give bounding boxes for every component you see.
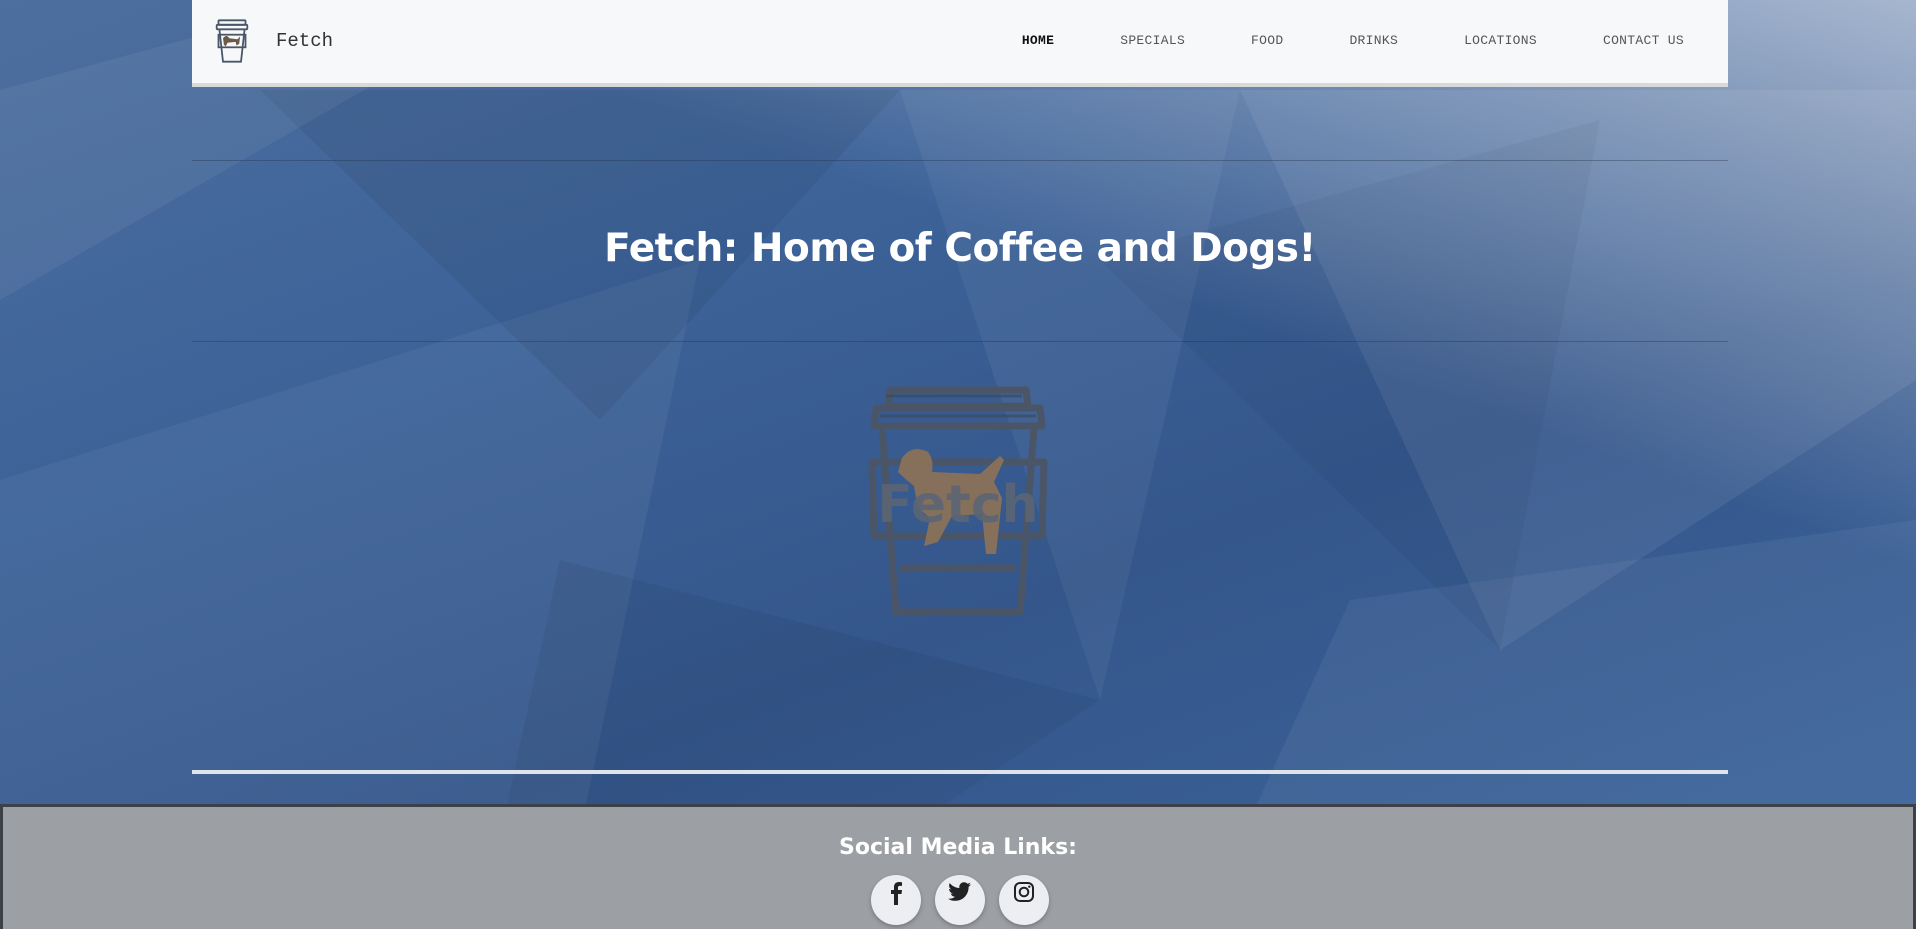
- top-navbar: Fetch HOME SPECIALS FOOD DRINKS LOCATION…: [192, 0, 1728, 87]
- instagram-icon: [1014, 882, 1034, 902]
- nav-drinks[interactable]: DRINKS: [1349, 33, 1398, 48]
- facebook-icon: [891, 882, 902, 905]
- nav-contact-us[interactable]: CONTACT US: [1603, 33, 1684, 48]
- brand[interactable]: Fetch: [214, 18, 333, 64]
- twitter-icon: [948, 882, 971, 901]
- nav-specials[interactable]: SPECIALS: [1120, 33, 1185, 48]
- divider-bottom: [192, 341, 1728, 342]
- twitter-link[interactable]: [935, 875, 985, 925]
- nav-locations[interactable]: LOCATIONS: [1464, 33, 1537, 48]
- facebook-link[interactable]: [871, 875, 921, 925]
- footer: Social Media Links:: [0, 804, 1916, 929]
- content-bottom-rule: [192, 770, 1728, 774]
- instagram-link[interactable]: [999, 875, 1049, 925]
- brand-name: Fetch: [276, 30, 334, 52]
- hero-title: Fetch: Home of Coffee and Dogs!: [604, 226, 1316, 271]
- main-nav: HOME SPECIALS FOOD DRINKS LOCATIONS CONT…: [956, 33, 1684, 48]
- divider-top: [192, 160, 1728, 161]
- nav-home[interactable]: HOME: [1022, 33, 1054, 48]
- footer-title: Social Media Links:: [839, 835, 1077, 860]
- nav-food[interactable]: FOOD: [1251, 33, 1283, 48]
- social-links: [871, 875, 1063, 925]
- hero-logo-text: Fetch: [877, 475, 1038, 535]
- fetch-cup-logo-icon: Fetch: [868, 386, 1048, 616]
- fetch-cup-logo-icon: [215, 19, 249, 63]
